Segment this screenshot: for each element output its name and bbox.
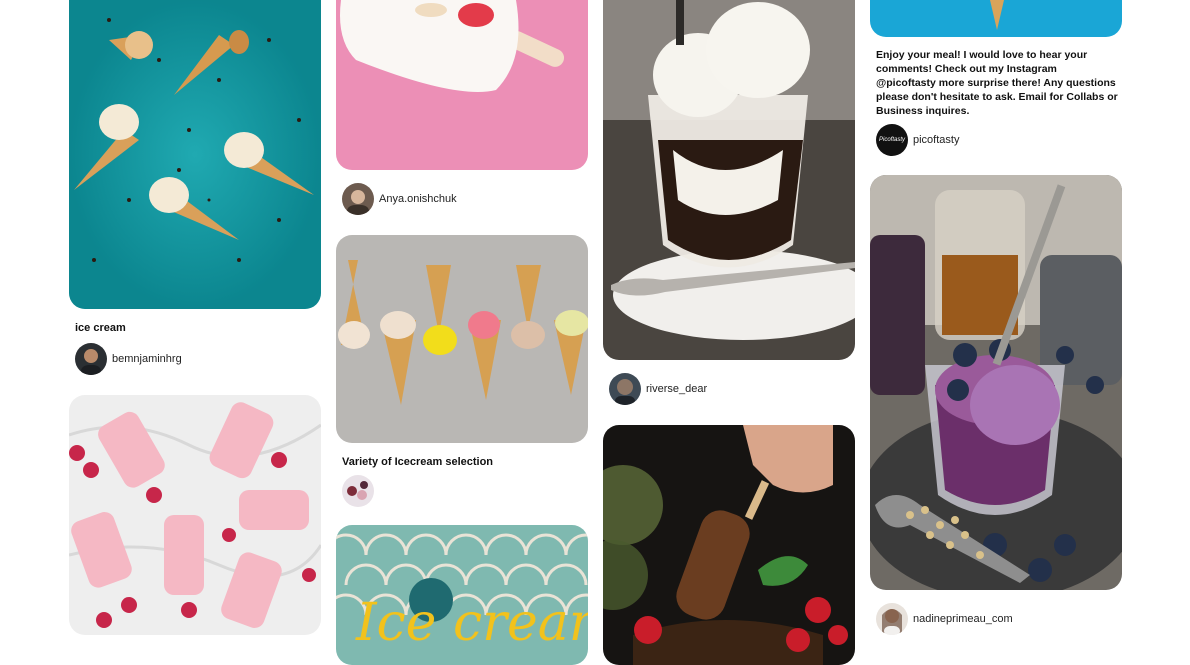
pin-title[interactable]: ice cream (75, 321, 315, 335)
pin-description: Enjoy your meal! I would love to hear yo… (876, 49, 1118, 117)
pin-image-blueberry-ice-cream[interactable] (870, 175, 1122, 590)
pin-image-raspberry-popsicles[interactable] (69, 395, 321, 635)
avatar[interactable] (876, 603, 908, 635)
pin-image-white-popsicle-pink[interactable] (336, 0, 588, 170)
pin-author[interactable]: riverse_dear (609, 373, 707, 405)
avatar[interactable] (342, 475, 374, 507)
pin-title[interactable]: Variety of Icecream selection (342, 455, 582, 469)
pin-author[interactable] (342, 475, 374, 507)
avatar[interactable]: Picoftasty (876, 124, 908, 156)
avatar[interactable] (609, 373, 641, 405)
author-name[interactable]: picoftasty (913, 134, 959, 146)
avatar[interactable] (75, 343, 107, 375)
pin-image-ice-cream-cones-teal[interactable] (69, 0, 321, 309)
avatar-logo-text: Picoftasty (878, 137, 905, 143)
pin-author[interactable]: bemnjaminhrg (75, 343, 182, 375)
author-name[interactable]: bemnjaminhrg (112, 353, 182, 365)
lettering-text: Ice cream (355, 593, 588, 653)
author-name[interactable]: nadineprimeau_com (913, 613, 1013, 625)
pin-author[interactable]: Picoftasty picoftasty (876, 124, 959, 156)
author-name[interactable]: riverse_dear (646, 383, 707, 395)
pin-author[interactable]: nadineprimeau_com (876, 603, 1013, 635)
avatar[interactable] (342, 183, 374, 215)
author-name[interactable]: Anya.onishchuk (379, 193, 457, 205)
pin-image-ice-cream-cones-grey[interactable] (336, 235, 588, 443)
pin-image-ice-cream-lettering[interactable]: Ice cream (336, 525, 588, 665)
pin-image-coffee-jelly-ice-cream[interactable] (603, 0, 855, 360)
pin-image-teal-cone[interactable] (870, 0, 1122, 37)
pin-image-chocolate-ice-cream-bars[interactable] (603, 425, 855, 665)
pin-author[interactable]: Anya.onishchuk (342, 183, 457, 215)
